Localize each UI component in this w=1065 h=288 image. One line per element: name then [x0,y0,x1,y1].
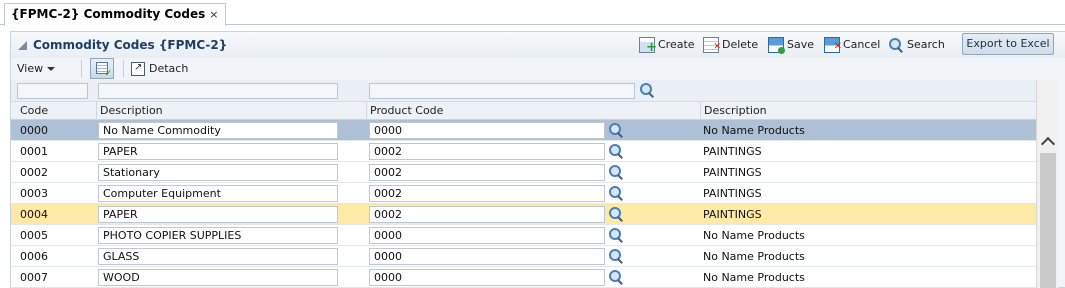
table-row[interactable]: 0003 Computer Equipment 0002 PAINTINGS [11,183,1036,204]
commodity-codes-panel: Commodity Codes {FPMC-2} Create Delete S… [10,31,1065,288]
product-code-input[interactable]: 0000 [369,122,605,139]
product-code-input[interactable]: 0002 [369,143,605,160]
cancel-icon [824,37,842,56]
cancel-label: Cancel [843,38,881,51]
toolbar-divider [81,60,82,78]
product-description-cell: PAINTINGS [703,187,762,200]
scroll-up-icon[interactable] [1042,136,1054,148]
toolbar-divider [123,60,124,78]
table-row[interactable]: 0005 PHOTO COPIER SUPPLIES 0000 No Name Pro… [11,225,1036,246]
description-input[interactable]: No Name Commodity [98,122,338,139]
save-button[interactable]: Save [768,36,814,54]
description-input[interactable]: PHOTO COPIER SUPPLIES [98,227,338,244]
search-icon[interactable] [608,248,624,264]
chevron-down-icon [47,67,56,71]
table-row[interactable]: 0002 Stationary 0002 PAINTINGS [11,162,1036,183]
table-row[interactable]: 0006 GLASS 0000 No Name Products [11,246,1036,267]
column-header-code[interactable]: Code [17,102,98,120]
table-row[interactable]: 0007 WOOD 0000 No Name Products [11,267,1036,288]
save-label: Save [787,38,815,51]
create-button[interactable]: Create [639,36,695,57]
product-code-input[interactable]: 0002 [369,185,605,202]
close-icon[interactable]: × [209,8,218,21]
product-code-input[interactable]: 0002 [369,206,605,223]
code-filter-input[interactable] [17,83,88,99]
column-header-product-code[interactable]: Product Code [366,102,699,120]
search-button[interactable]: Search [888,36,945,54]
product-description-cell: No Name Products [703,124,805,137]
detach-icon [131,60,145,76]
search-icon[interactable] [608,227,624,243]
tab-strip: {FPMC-2} Commodity Codes × [0,0,1065,26]
search-icon [888,37,904,53]
description-filter-input[interactable] [98,83,338,99]
product-code-input[interactable]: 0000 [369,269,605,286]
description-input[interactable]: Computer Equipment [98,185,338,202]
product-code-input[interactable]: 0002 [369,164,605,181]
product-description-cell: No Name Products [703,229,805,242]
table-row[interactable]: 0000 No Name Commodity 0000 No Name Product… [11,120,1036,141]
panel-title: Commodity Codes {FPMC-2} [33,38,228,52]
product-description-cell: PAINTINGS [703,208,762,221]
column-header-description[interactable]: Description [96,102,366,120]
product-description-cell: PAINTINGS [703,166,762,179]
view-menu-label: View [17,62,44,75]
create-icon [639,37,657,57]
secondary-toolbar: View Detach [11,58,1065,80]
table-header: Code Description Product Code Descriptio… [11,102,1036,120]
search-icon[interactable] [608,143,624,159]
description-input[interactable]: GLASS [98,248,338,265]
tab-commodity-codes[interactable]: {FPMC-2} Commodity Codes × [4,3,226,26]
code-cell: 0004 [20,208,48,221]
description-input[interactable]: Stationary [98,164,338,181]
delete-icon [703,37,721,56]
table-row[interactable]: 0001 PAPER 0002 PAINTINGS [11,141,1036,162]
product-code-input[interactable]: 0000 [369,248,605,265]
product-code-input[interactable]: 0000 [369,227,605,244]
create-label: Create [658,38,695,51]
delete-label: Delete [722,38,759,51]
code-cell: 0006 [20,250,48,263]
panel-header: Commodity Codes {FPMC-2} Create Delete S… [11,32,1065,58]
code-cell: 0002 [20,166,48,179]
delete-button[interactable]: Delete [703,36,759,56]
column-header-product-description[interactable]: Description [700,102,1036,120]
description-input[interactable]: PAPER [98,206,338,223]
code-cell: 0003 [20,187,48,200]
tab-label: {FPMC-2} Commodity Codes [11,7,206,21]
code-cell: 0005 [20,229,48,242]
search-icon[interactable] [608,269,624,285]
description-input[interactable]: PAPER [98,143,338,160]
product-code-filter-input[interactable] [369,83,635,99]
code-cell: 0007 [20,271,48,284]
detach-button[interactable]: Detach [131,60,189,77]
detach-label: Detach [149,62,189,75]
save-icon [768,37,785,54]
code-cell: 0000 [20,124,48,137]
description-input[interactable]: WOOD [98,269,338,286]
collapse-triangle-icon[interactable] [18,41,27,50]
filter-row [11,80,1036,102]
code-cell: 0001 [20,145,48,158]
query-by-example-toggle[interactable] [90,58,114,79]
product-description-cell: PAINTINGS [703,145,762,158]
filter-icon [96,62,112,79]
search-icon[interactable] [608,164,624,180]
export-to-excel-button[interactable]: Export to Excel [962,33,1054,55]
search-icon[interactable] [608,185,624,201]
search-icon[interactable] [639,82,655,98]
search-label: Search [907,38,945,51]
search-icon[interactable] [608,122,624,138]
view-menu[interactable]: View [17,61,56,77]
search-icon[interactable] [608,206,624,222]
table-row[interactable]: 0004 PAPER 0002 PAINTINGS [11,204,1036,225]
scroll-thumb[interactable] [1040,153,1056,288]
product-description-cell: No Name Products [703,250,805,263]
commodity-table: Code Description Product Code Descriptio… [11,80,1036,288]
cancel-button[interactable]: Cancel [824,36,881,56]
product-description-cell: No Name Products [703,271,805,284]
vertical-scrollbar[interactable] [1036,80,1058,288]
